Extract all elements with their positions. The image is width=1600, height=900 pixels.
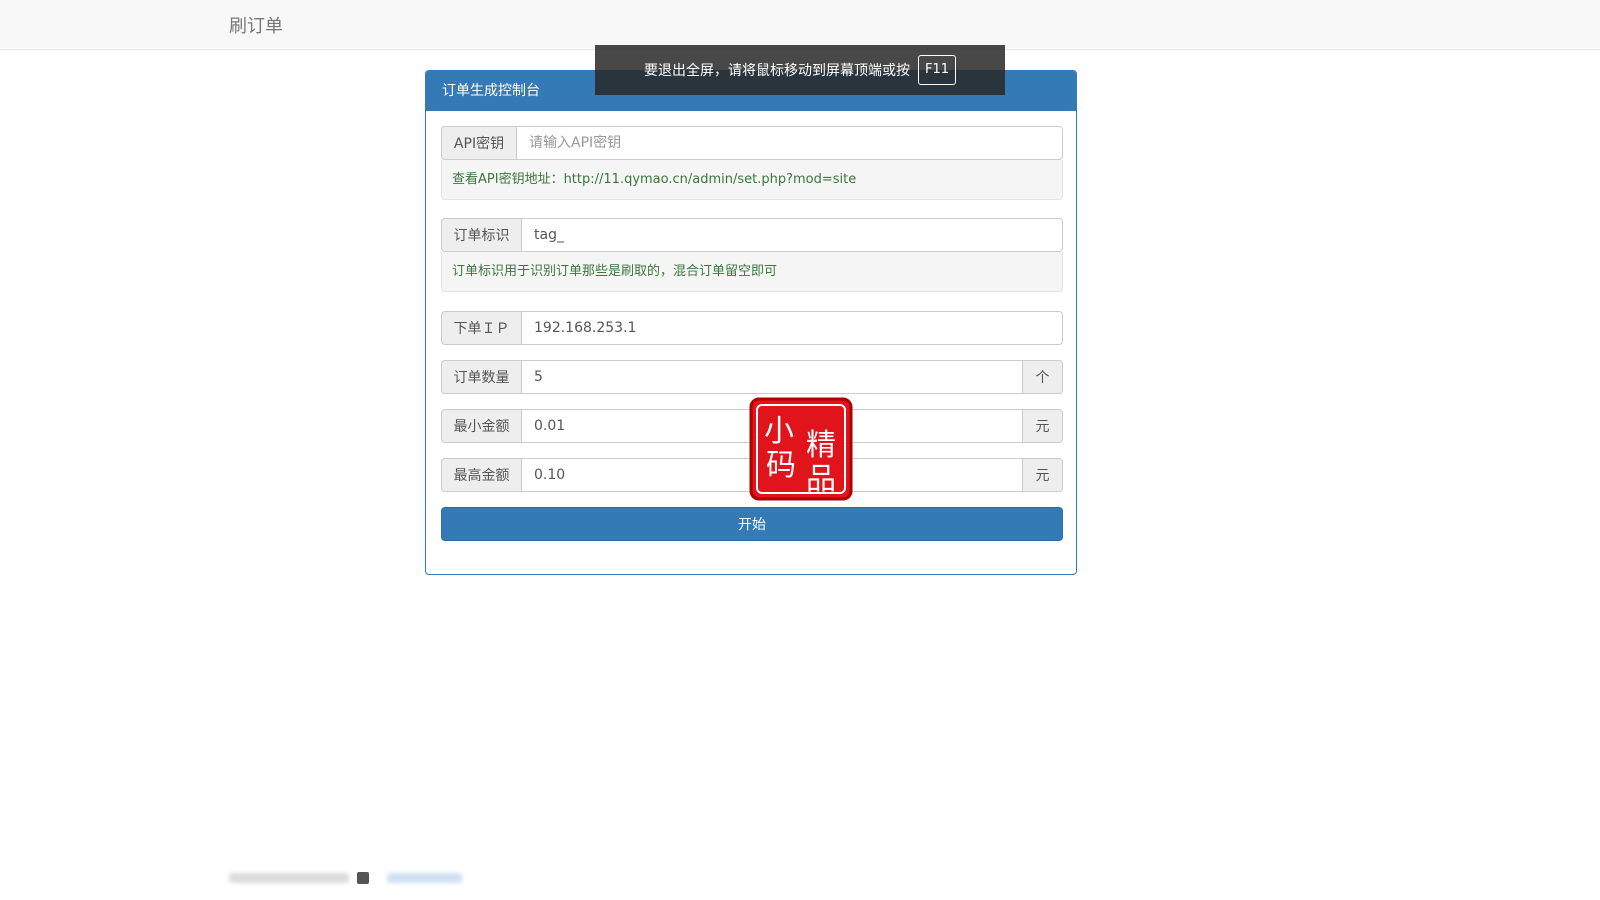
order-tag-input[interactable] <box>521 218 1063 252</box>
fullscreen-notice: 要退出全屏，请将鼠标移动到屏幕顶端或按 F11 <box>595 45 1005 95</box>
api-key-help: 查看API密钥地址：http://11.qymao.cn/admin/set.p… <box>441 160 1063 200</box>
watermark-seal-icon: 小 精 码 品 <box>749 397 853 501</box>
footer <box>229 872 462 884</box>
order-ip-group: 下单ＩＰ <box>441 311 1063 345</box>
seal-char-2: 精 <box>806 428 836 463</box>
api-key-group: API密钥 <box>441 126 1063 160</box>
seal-char-3: 码 <box>766 448 796 483</box>
api-key-input[interactable] <box>516 126 1063 160</box>
start-button[interactable]: 开始 <box>441 507 1063 541</box>
seal-char-4: 品 <box>806 462 836 497</box>
max-amount-unit: 元 <box>1023 458 1063 492</box>
footer-blurred-text <box>229 873 349 883</box>
lock-icon <box>357 872 369 884</box>
api-key-label: API密钥 <box>441 126 516 160</box>
order-ip-input[interactable] <box>521 311 1063 345</box>
order-ip-label: 下单ＩＰ <box>441 311 521 345</box>
min-amount-label: 最小金额 <box>441 409 521 443</box>
footer-blurred-link[interactable] <box>387 873 462 883</box>
order-tag-help: 订单标识用于识别订单那些是刷取的，混合订单留空即可 <box>441 252 1063 292</box>
navbar-brand[interactable]: 刷订单 <box>229 12 283 38</box>
min-amount-unit: 元 <box>1023 409 1063 443</box>
order-count-group: 订单数量 个 <box>441 360 1063 394</box>
fullscreen-notice-text: 要退出全屏，请将鼠标移动到屏幕顶端或按 <box>643 63 910 79</box>
order-tag-label: 订单标识 <box>441 218 521 252</box>
order-count-input[interactable] <box>521 360 1023 394</box>
max-amount-label: 最高金额 <box>441 458 521 492</box>
seal-char-1: 小 <box>764 414 794 449</box>
top-navbar: 刷订单 <box>0 0 1600 50</box>
order-tag-group: 订单标识 <box>441 218 1063 252</box>
order-count-unit: 个 <box>1023 360 1063 394</box>
order-count-label: 订单数量 <box>441 360 521 394</box>
f11-key-badge: F11 <box>917 55 957 85</box>
